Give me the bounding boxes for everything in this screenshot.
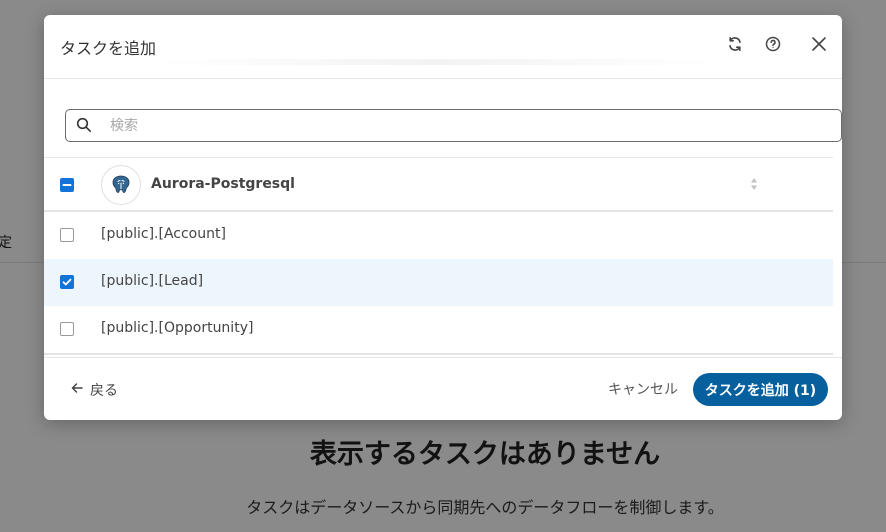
postgresql-icon [101,165,141,205]
search-input[interactable] [110,115,810,137]
row-label: [public].[Opportunity] [101,320,254,336]
search-icon [76,117,92,137]
add-task-dialog: タスクを追加 検索 Aurora-Postgresql [public].[Ac… [44,15,842,420]
search-box [65,109,842,142]
table-row[interactable]: [public].[Account] [44,212,833,259]
row-label: [public].[Account] [101,226,226,242]
dialog-title: タスクを追加 [60,39,157,58]
row-checkbox[interactable] [60,322,74,336]
list-bottom-border [44,353,833,355]
refresh-icon[interactable] [724,33,746,55]
group-checkbox[interactable] [60,178,74,192]
arrow-left-icon [70,381,84,399]
header-shadow [156,59,716,65]
dialog-footer: 戻る キャンセル タスクを追加 (1) [44,357,842,420]
help-icon[interactable] [762,33,784,55]
row-checkbox[interactable] [60,275,74,289]
group-label: Aurora-Postgresql [151,176,295,192]
dialog-header: タスクを追加 [44,15,842,79]
cancel-button[interactable]: キャンセル [608,379,678,399]
row-checkbox[interactable] [60,228,74,242]
add-task-button[interactable]: タスクを追加 (1) [693,373,828,406]
table-row[interactable]: [public].[Lead] [44,259,833,306]
close-icon[interactable] [808,33,830,55]
source-group-row[interactable]: Aurora-Postgresql [44,158,833,212]
back-button[interactable]: 戻る [70,380,118,400]
row-label: [public].[Lead] [101,273,204,289]
back-button-label: 戻る [90,383,118,399]
task-list: Aurora-Postgresql [public].[Account] [pu… [44,157,842,355]
table-row[interactable]: [public].[Opportunity] [44,306,833,353]
sort-icon[interactable] [750,176,758,195]
list-scrollbar[interactable] [833,157,842,354]
